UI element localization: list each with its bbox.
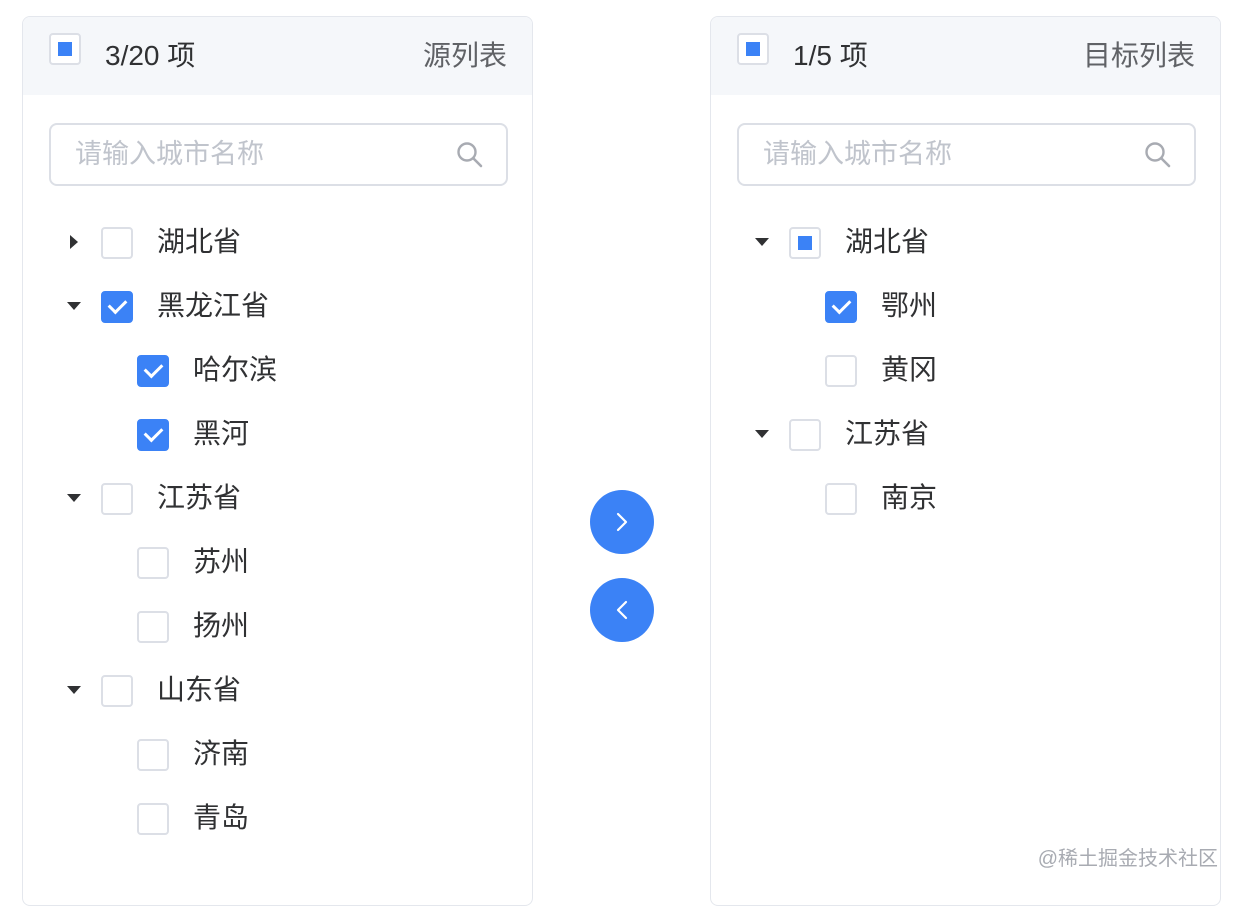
source-node-checkbox[interactable] — [137, 611, 169, 643]
target-panel-title: 目标列表 — [1082, 40, 1195, 71]
chevron-right-icon — [616, 512, 628, 532]
target-node-checkbox[interactable] — [825, 483, 857, 515]
source-node-label: 济南 — [193, 738, 250, 769]
source-node-checkbox[interactable] — [101, 483, 133, 515]
source-node-label: 湖北省 — [157, 226, 242, 257]
caret-down-icon[interactable] — [753, 425, 771, 443]
source-tree-node[interactable]: 哈尔滨 — [23, 339, 532, 403]
source-node-label: 青岛 — [193, 802, 250, 833]
target-node-label: 湖北省 — [845, 226, 930, 257]
source-tree-node[interactable]: 黑龙江省 — [23, 275, 532, 339]
caret-down-icon[interactable] — [65, 297, 83, 315]
source-node-label: 哈尔滨 — [193, 354, 278, 385]
target-node-label: 江苏省 — [845, 418, 930, 449]
target-node-checkbox[interactable] — [789, 419, 821, 451]
source-tree-node[interactable]: 山东省 — [23, 659, 532, 723]
target-tree-node[interactable]: 黄冈 — [711, 339, 1220, 403]
target-node-checkbox[interactable] — [825, 355, 857, 387]
source-node-checkbox[interactable] — [137, 803, 169, 835]
caret-down-icon[interactable] — [65, 681, 83, 699]
target-node-label: 南京 — [881, 482, 938, 513]
source-panel-header: 3/20 项 源列表 — [23, 17, 532, 95]
source-node-label: 苏州 — [193, 546, 250, 577]
caret-down-icon[interactable] — [753, 233, 771, 251]
source-panel: 3/20 项 源列表 湖北省黑龙江省哈尔滨黑河江苏省苏州扬州山东省济南青岛 — [22, 16, 533, 906]
source-node-label: 山东省 — [157, 674, 242, 705]
source-tree-node[interactable]: 湖北省 — [23, 211, 532, 275]
source-tree-node[interactable]: 江苏省 — [23, 467, 532, 531]
search-icon[interactable] — [456, 141, 484, 169]
source-select-all-checkbox[interactable] — [49, 33, 81, 65]
target-tree-node[interactable]: 江苏省 — [711, 403, 1220, 467]
source-tree-node[interactable]: 青岛 — [23, 787, 532, 851]
source-tree-node[interactable]: 苏州 — [23, 531, 532, 595]
target-tree-node[interactable]: 南京 — [711, 467, 1220, 531]
target-search-input[interactable] — [739, 125, 1139, 184]
target-select-all-checkbox[interactable] — [737, 33, 769, 65]
target-node-checkbox[interactable] — [825, 291, 857, 323]
target-panel-header: 1/5 项 目标列表 — [711, 17, 1220, 95]
source-node-checkbox[interactable] — [137, 355, 169, 387]
target-node-checkbox[interactable] — [789, 227, 821, 259]
move-to-target-button[interactable] — [590, 490, 654, 554]
source-node-checkbox[interactable] — [137, 547, 169, 579]
source-node-label: 黑河 — [193, 418, 250, 449]
move-to-source-button[interactable] — [590, 578, 654, 642]
caret-down-icon[interactable] — [65, 489, 83, 507]
target-tree-node[interactable]: 鄂州 — [711, 275, 1220, 339]
target-count-label: 1/5 项 — [793, 40, 868, 71]
source-node-checkbox[interactable] — [101, 675, 133, 707]
source-search-input[interactable] — [51, 125, 451, 184]
target-tree-node[interactable]: 湖北省 — [711, 211, 1220, 275]
source-node-label: 黑龙江省 — [157, 290, 270, 321]
target-panel: 1/5 项 目标列表 湖北省鄂州黄冈江苏省南京 — [710, 16, 1221, 906]
source-count-label: 3/20 项 — [105, 40, 196, 71]
target-search-box — [737, 123, 1196, 186]
source-tree-node[interactable]: 济南 — [23, 723, 532, 787]
source-node-label: 扬州 — [193, 610, 250, 641]
chevron-left-icon — [616, 600, 628, 620]
source-panel-title: 源列表 — [422, 40, 507, 71]
caret-right-icon[interactable] — [65, 233, 83, 251]
source-node-checkbox[interactable] — [101, 291, 133, 323]
search-icon[interactable] — [1144, 141, 1172, 169]
source-tree-node[interactable]: 扬州 — [23, 595, 532, 659]
source-search-box — [49, 123, 508, 186]
source-tree-node[interactable]: 黑河 — [23, 403, 532, 467]
source-node-label: 江苏省 — [157, 482, 242, 513]
source-node-checkbox[interactable] — [137, 419, 169, 451]
watermark: @稀土掘金技术社区 — [1037, 848, 1218, 870]
target-node-label: 黄冈 — [881, 354, 938, 385]
target-node-label: 鄂州 — [881, 290, 938, 321]
source-node-checkbox[interactable] — [137, 739, 169, 771]
source-node-checkbox[interactable] — [101, 227, 133, 259]
